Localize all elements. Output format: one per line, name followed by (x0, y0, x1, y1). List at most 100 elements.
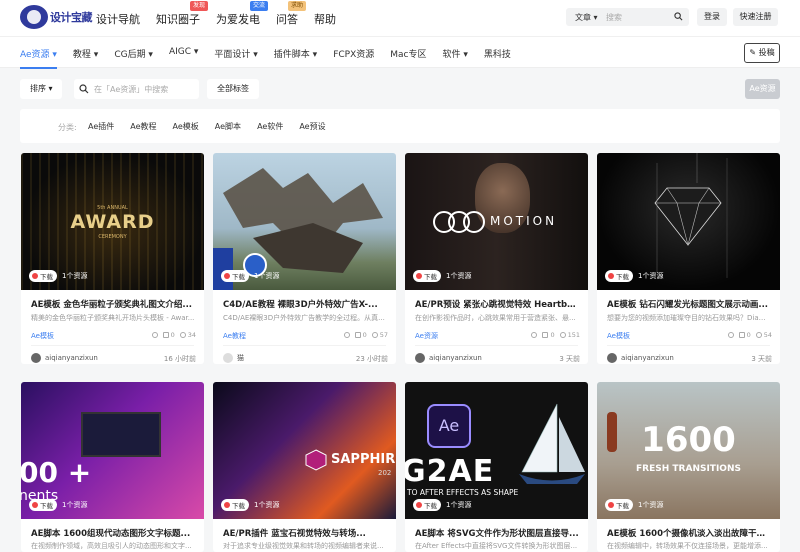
search-icon[interactable] (674, 12, 683, 21)
resource-card[interactable]: Ae G2AE TO AFTER EFFECTS AS SHAPE 下载 1个资源… (405, 382, 588, 552)
classify-ae-software[interactable]: Ae软件 (257, 121, 283, 132)
card-thumbnail[interactable]: 下载 1个资源 (213, 153, 396, 290)
download-dot-icon (32, 502, 38, 508)
card-thumbnail[interactable]: 1600 FRESH TRANSITIONS 下载 1个资源 (597, 382, 780, 519)
card-desc: 想要为您的视频添加璀璨夺目的钻石效果吗？Diam... (607, 314, 772, 322)
card-title[interactable]: AE脚本 1600组现代动态图形文字标题... (31, 527, 196, 539)
card-title[interactable]: AE脚本 将SVG文件作为形状图层直接导... (415, 527, 580, 539)
classify-ae-templates[interactable]: Ae模板 (173, 121, 199, 132)
thumb-title: MOTION (490, 214, 558, 228)
view-icon (371, 332, 378, 338)
search-icon (79, 84, 89, 94)
card-stats: 0 151 (531, 331, 580, 339)
header-search[interactable]: 文章 ▾ 搜索 (566, 8, 689, 26)
badge-label: 下载 (424, 273, 437, 281)
download-badge: 下载 (29, 499, 57, 511)
card-author[interactable]: 猫 (223, 353, 244, 363)
cat-black-tech[interactable]: 黑科技 (484, 47, 511, 69)
resource-card[interactable]: 00 + nents 下载 1个资源 AE脚本 1600组现代动态图形文字标题..… (21, 382, 204, 552)
login-button[interactable]: 登录 (697, 8, 727, 26)
card-thumbnail[interactable]: MOTION 下载 1个资源 (405, 153, 588, 290)
card-author[interactable]: aiqianyanzixun (415, 353, 482, 363)
comment-count: 0 (550, 331, 555, 339)
cat-aigc[interactable]: AIGC ▾ (169, 47, 198, 69)
card-thumbnail[interactable]: 下载 1个资源 (597, 153, 780, 290)
classify-ae-tutorials[interactable]: Ae教程 (130, 121, 156, 132)
view-icon (179, 332, 186, 338)
cat-software[interactable]: 软件 ▾ (442, 47, 467, 69)
classify-label: 分类: (58, 123, 77, 132)
search-type-select[interactable]: 文章 ▾ (575, 12, 598, 23)
like-icon (531, 332, 538, 338)
card-tag[interactable]: Ae教程 (223, 331, 246, 341)
download-badge: 下载 (605, 499, 633, 511)
download-badge: 下载 (413, 270, 441, 282)
card-tag[interactable]: Ae模板 (31, 331, 54, 341)
card-desc: 在创作影视作品时，心跳效果常用于营造紧张、悬... (415, 314, 576, 322)
classify-ae-scripts[interactable]: Ae脚本 (215, 121, 241, 132)
nav-item-knowledge[interactable]: 知识圈子 发现 (156, 1, 208, 27)
comment-icon (162, 332, 169, 338)
avatar (607, 353, 617, 363)
sort-dropdown[interactable]: 排序 ▾ (20, 79, 62, 99)
cat-fcpx[interactable]: FCPX资源 (333, 47, 374, 69)
card-thumbnail[interactable]: 5th ANNUAL AWARD CEREMONY 下载 1个资源 (21, 153, 204, 290)
card-title[interactable]: AE/PR插件 蓝宝石视觉特效与转场... (223, 527, 388, 539)
register-button[interactable]: 快速注册 (733, 8, 778, 26)
card-tag[interactable]: Ae资源 (415, 331, 438, 341)
card-thumbnail[interactable]: 00 + nents 下载 1个资源 (21, 382, 204, 519)
resource-card[interactable]: SAPPHIR 202 下载 1个资源 AE/PR插件 蓝宝石视觉特效与转场...… (213, 382, 396, 552)
avatar (223, 353, 233, 363)
nav-item-design-nav[interactable]: 设计导航 (96, 11, 140, 27)
top-header: 设计宝藏 设计导航 知识圈子 发现 为爱发电 交流 问答 求助 帮助 文章 ▾ 搜索 … (0, 0, 800, 36)
resource-card[interactable]: 1600 FRESH TRANSITIONS 下载 1个资源 AE模板 1600个… (597, 382, 780, 552)
filter-bar: 排序 ▾ 在「Ae资源」中搜索 全部标签 Ae资源 (20, 79, 780, 99)
download-badge: 下载 (413, 499, 441, 511)
classify-ae-presets[interactable]: Ae预设 (299, 121, 325, 132)
card-title[interactable]: C4D/AE教程 裸眼3D户外特效广告X-... (223, 298, 388, 310)
nav-badge: 交流 (249, 1, 268, 11)
cat-mac[interactable]: Mac专区 (390, 47, 426, 69)
classify-ae-plugins[interactable]: Ae插件 (88, 121, 114, 132)
nav-label: 为爱发电 (216, 13, 260, 26)
card-author[interactable]: aiqianyanzixun (31, 353, 98, 363)
nav-item-sponsor[interactable]: 为爱发电 交流 (216, 1, 268, 27)
comment-count: 0 (362, 331, 367, 339)
nav-item-help[interactable]: 帮助 (314, 11, 336, 27)
card-tag[interactable]: Ae模板 (607, 331, 630, 341)
card-stats: 0 34 (151, 331, 196, 339)
badge-label: 下载 (232, 502, 245, 510)
author-name: aiqianyanzixun (621, 354, 674, 362)
cat-tutorials[interactable]: 教程 ▾ (73, 47, 98, 69)
search-input[interactable]: 搜索 (606, 12, 622, 23)
resource-count: 1个资源 (254, 501, 280, 509)
download-badge: 下载 (29, 270, 57, 282)
thumb-title: 1600 (641, 420, 736, 460)
comment-count: 0 (746, 331, 751, 339)
card-title[interactable]: AE模板 1600个摄像机淡入淡出故障干扰... (607, 527, 772, 539)
all-tags-button[interactable]: 全部标签 (207, 79, 259, 99)
site-logo[interactable]: 设计宝藏 (20, 5, 93, 29)
card-thumbnail[interactable]: SAPPHIR 202 下载 1个资源 (213, 382, 396, 519)
resource-card[interactable]: MOTION 下载 1个资源 AE/PR预设 紧张心跳视觉特效 Heartbeat… (405, 153, 588, 364)
cat-ae-resources[interactable]: Ae资源 ▾ (20, 47, 57, 69)
section-search-input[interactable]: 在「Ae资源」中搜索 (94, 84, 168, 95)
card-time: 3 天前 (559, 355, 580, 363)
resource-card[interactable]: 下载 1个资源 C4D/AE教程 裸眼3D户外特效广告X-... C4D/AE裸眼… (213, 153, 396, 364)
card-title[interactable]: AE模板 钻石闪耀发光标题图文展示动画... (607, 298, 772, 310)
ae-resources-button[interactable]: Ae资源 (745, 79, 780, 99)
view-count: 57 (379, 331, 388, 339)
resource-card[interactable]: 5th ANNUAL AWARD CEREMONY 下载 1个资源 AE模板 金色… (21, 153, 204, 364)
cat-cg-post[interactable]: CG后期 ▾ (114, 47, 153, 69)
badge-label: 下载 (232, 273, 245, 281)
post-button[interactable]: ✎ 投稿 (744, 43, 780, 63)
resource-card[interactable]: 下载 1个资源 AE模板 钻石闪耀发光标题图文展示动画... 想要为您的视频添加璀… (597, 153, 780, 364)
nav-item-qa[interactable]: 问答 求助 (276, 1, 306, 27)
cat-graphic-design[interactable]: 平面设计 ▾ (214, 47, 257, 69)
card-title[interactable]: AE/PR预设 紧张心跳视觉特效 Heartbeat... (415, 298, 580, 310)
card-thumbnail[interactable]: Ae G2AE TO AFTER EFFECTS AS SHAPE 下载 1个资源 (405, 382, 588, 519)
cat-plugins[interactable]: 插件脚本 ▾ (274, 47, 317, 69)
section-search[interactable]: 在「Ae资源」中搜索 (74, 79, 199, 99)
card-author[interactable]: aiqianyanzixun (607, 353, 674, 363)
card-title[interactable]: AE模板 金色华丽粒子颁奖典礼图文介绍... (31, 298, 196, 310)
